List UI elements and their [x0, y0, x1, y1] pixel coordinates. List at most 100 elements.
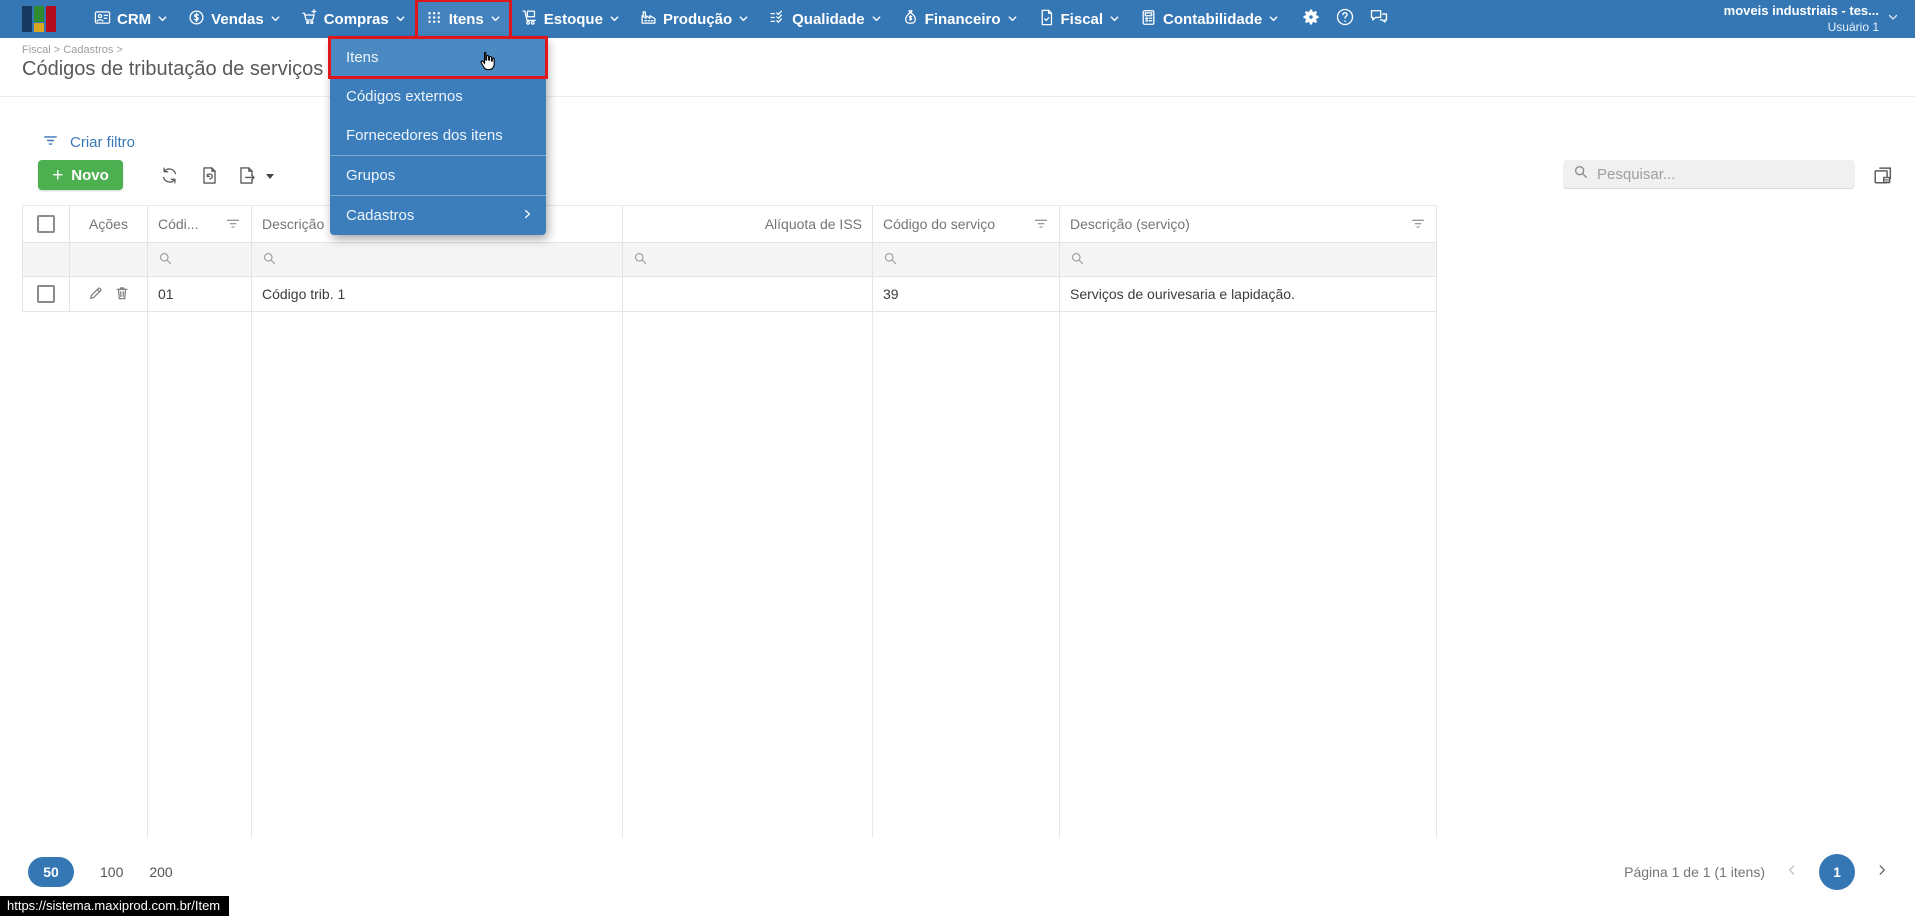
- mouse-cursor: [476, 50, 498, 72]
- user-name: Usuário 1: [1827, 19, 1879, 34]
- cell-aliquota[interactable]: [623, 277, 873, 312]
- maxiprod-logo: [22, 5, 60, 33]
- page-size-selector: 50 100 200: [28, 857, 173, 887]
- filter-cell-aliquota[interactable]: [623, 243, 873, 277]
- header-acoes[interactable]: Ações: [70, 205, 148, 243]
- settings-gear-icon[interactable]: [1301, 7, 1321, 32]
- search-icon: [1070, 251, 1085, 269]
- row-checkbox[interactable]: [37, 285, 55, 303]
- header-codigo[interactable]: Códi...: [148, 205, 252, 243]
- page-title: Códigos de tributação de serviços: [22, 58, 324, 80]
- header-descricao-servico[interactable]: Descrição (serviço): [1060, 205, 1437, 243]
- cell-descricao[interactable]: Código trib. 1: [252, 277, 623, 312]
- delete-trash-icon[interactable]: [114, 285, 130, 304]
- chat-icon[interactable]: [1369, 7, 1389, 32]
- items-grid-icon: [426, 9, 443, 30]
- menu-fiscal[interactable]: Fiscal: [1028, 0, 1131, 38]
- itens-dropdown-menu: Itens Códigos externos Fornecedores dos …: [328, 36, 548, 235]
- cart-icon: [301, 8, 318, 30]
- header-select-all-cell: [22, 205, 70, 243]
- search-icon: [633, 251, 648, 269]
- menu-financeiro[interactable]: Financeiro: [892, 0, 1028, 38]
- dropdown-item-grupos[interactable]: Grupos: [330, 156, 546, 195]
- dropdown-item-codigos-externos[interactable]: Códigos externos: [330, 77, 546, 116]
- page-size-100[interactable]: 100: [100, 864, 123, 880]
- user-menu[interactable]: moveis industriais - tes... Usuário 1: [1724, 3, 1899, 34]
- company-name: moveis industriais - tes...: [1723, 3, 1879, 19]
- calculator-icon: [1140, 9, 1157, 30]
- edit-pencil-icon[interactable]: [88, 285, 104, 304]
- new-button-label: Novo: [71, 166, 109, 184]
- column-filter-icon[interactable]: [1033, 215, 1049, 234]
- factory-icon: [640, 9, 657, 30]
- menu-label: Itens: [448, 10, 484, 28]
- breadcrumb[interactable]: Fiscal > Cadastros >: [22, 44, 1915, 56]
- menu-vendas[interactable]: Vendas: [178, 0, 291, 38]
- sales-icon: [188, 9, 205, 30]
- chevron-down-icon: [871, 11, 882, 28]
- column-filter-icon[interactable]: [225, 215, 241, 234]
- filter-cell-codigo-servico[interactable]: [873, 243, 1060, 277]
- chevron-down-icon: [1007, 11, 1018, 28]
- menu-crm[interactable]: CRM: [84, 0, 178, 38]
- menu-contabilidade[interactable]: Contabilidade: [1130, 0, 1289, 38]
- menu-qualidade[interactable]: Qualidade: [759, 0, 892, 38]
- cell-codigo-servico[interactable]: 39: [873, 277, 1060, 312]
- dropdown-item-label: Fornecedores dos itens: [346, 127, 503, 144]
- chevron-down-icon: [395, 11, 406, 28]
- menu-compras[interactable]: Compras: [291, 0, 416, 38]
- filter-cell-descricao-servico[interactable]: [1060, 243, 1437, 277]
- menu-label: Contabilidade: [1163, 10, 1263, 28]
- dropdown-item-label: Grupos: [346, 167, 396, 184]
- cell-codigo[interactable]: 01: [148, 277, 252, 312]
- current-page-button[interactable]: 1: [1819, 854, 1855, 890]
- dropdown-item-cadastros[interactable]: Cadastros: [330, 196, 546, 235]
- column-filter-icon[interactable]: [1410, 215, 1426, 234]
- export-icon[interactable]: [237, 166, 256, 185]
- row-actions-cell: [70, 277, 148, 312]
- filter-cell-codigo[interactable]: [148, 243, 252, 277]
- new-button[interactable]: + Novo: [38, 160, 123, 190]
- dropdown-item-itens[interactable]: Itens: [328, 36, 548, 79]
- top-navbar: CRM Vendas Compras Itens Estoque Produçã…: [0, 0, 1915, 39]
- chevron-down-icon: [1887, 10, 1899, 28]
- cell-descricao-servico[interactable]: Serviços de ourivesaria e lapidação.: [1060, 277, 1437, 312]
- reload-data-icon[interactable]: [200, 166, 219, 185]
- filter-cell-descricao[interactable]: [252, 243, 623, 277]
- column-chooser-icon[interactable]: [1872, 164, 1894, 186]
- header-aliquota[interactable]: Alíquota de ISS: [623, 205, 873, 243]
- prev-page-icon[interactable]: [1785, 863, 1799, 882]
- help-icon[interactable]: [1335, 7, 1355, 32]
- pager: Página 1 de 1 (1 itens) 1: [1624, 854, 1889, 890]
- refresh-icon[interactable]: [160, 166, 179, 185]
- create-filter-link[interactable]: Criar filtro: [42, 132, 135, 153]
- table-header-row: Ações Códi... Descrição Alíquota de ISS …: [22, 205, 1437, 243]
- page-size-50[interactable]: 50: [28, 857, 74, 887]
- menu-label: Vendas: [211, 10, 264, 28]
- menu-itens[interactable]: Itens: [414, 0, 512, 39]
- menu-producao[interactable]: Produção: [630, 0, 759, 38]
- search-icon: [1573, 164, 1589, 185]
- filter-cell-empty: [70, 243, 148, 277]
- chevron-down-icon: [157, 11, 168, 28]
- header-codigo-servico[interactable]: Código do serviço: [873, 205, 1060, 243]
- chevron-down-icon: [1109, 11, 1120, 28]
- chevron-down-icon: [738, 11, 749, 28]
- export-options-caret[interactable]: [266, 174, 274, 179]
- search-icon: [262, 251, 277, 269]
- chevron-down-icon: [270, 11, 281, 28]
- table-empty-area: [22, 312, 1437, 838]
- menu-label: Estoque: [543, 10, 603, 28]
- chevron-down-icon: [609, 11, 620, 28]
- next-page-icon[interactable]: [1875, 863, 1889, 882]
- search-input[interactable]: [1597, 165, 1845, 183]
- dropdown-item-label: Códigos externos: [346, 88, 463, 105]
- header-codigo-label: Códi...: [158, 216, 199, 232]
- search-box: [1563, 160, 1855, 189]
- page-size-200[interactable]: 200: [149, 864, 172, 880]
- menu-label: Produção: [662, 10, 733, 28]
- menu-estoque[interactable]: Estoque: [511, 0, 630, 38]
- menu-label: Fiscal: [1060, 10, 1104, 28]
- select-all-checkbox[interactable]: [37, 215, 55, 233]
- dropdown-item-fornecedores[interactable]: Fornecedores dos itens: [330, 116, 546, 155]
